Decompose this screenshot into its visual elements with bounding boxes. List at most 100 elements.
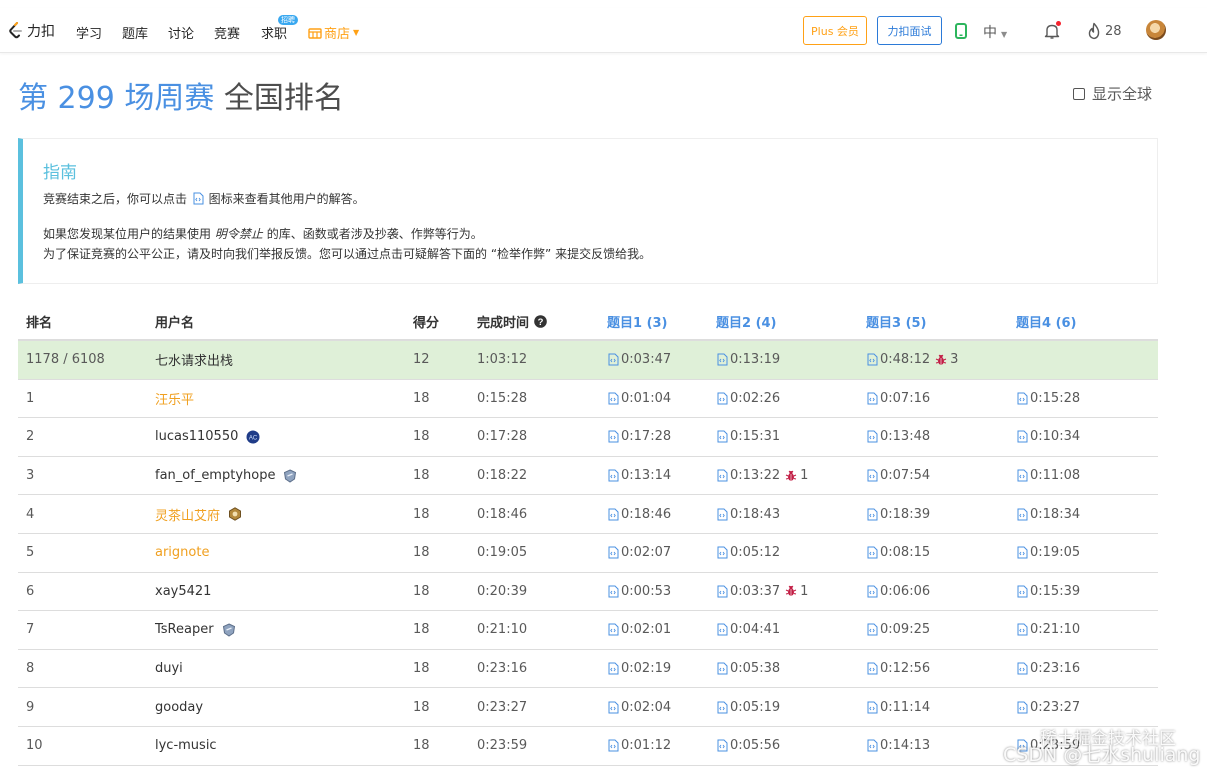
solution-link[interactable]: 0:05:12 — [716, 545, 780, 560]
medal-icon: AC — [246, 430, 260, 444]
solution-link[interactable]: 0:02:19 — [607, 661, 671, 676]
nav-jobs[interactable]: 求职 — [261, 23, 287, 42]
solution-link[interactable]: 0:11:08 — [1016, 468, 1080, 483]
solution-link[interactable]: 0:18:43 — [716, 507, 780, 522]
nav-problems[interactable]: 题库 — [122, 23, 148, 42]
brand-link[interactable]: 力扣 — [8, 21, 55, 41]
header-question-1[interactable]: 题目1 (3) — [607, 303, 668, 339]
solution-link[interactable]: 0:09:25 — [866, 622, 930, 637]
solution-link[interactable]: 0:02:07 — [607, 545, 671, 560]
solution-link[interactable]: 0:05:38 — [716, 661, 780, 676]
plus-membership-button[interactable]: Plus 会员 — [803, 16, 867, 45]
username-link[interactable]: gooday — [155, 700, 203, 715]
nav-shop[interactable]: 商店 ▼ — [308, 23, 359, 42]
solution-link[interactable]: 0:11:14 — [866, 700, 930, 715]
username-cell[interactable]: 七水请求出栈 — [155, 341, 233, 379]
fire-icon[interactable] — [1086, 22, 1102, 40]
header-rank: 排名 — [26, 315, 53, 331]
chevron-down-icon: ▼ — [1001, 30, 1008, 39]
top-navbar: 力扣 学习 题库 讨论 竞赛 求职 招聘 商店 ▼ Plus 会员 力扣面试 中… — [0, 8, 1207, 53]
solution-link[interactable]: 0:02:01 — [607, 622, 671, 637]
q1-cell: 0:02:01 — [607, 611, 671, 649]
mock-interview-button[interactable]: 力扣面试 — [877, 16, 942, 45]
q1-time: 0:03:47 — [621, 352, 672, 368]
rank-cell: 1 — [26, 390, 35, 406]
streak-count[interactable]: 28 — [1105, 24, 1122, 39]
header-question-4[interactable]: 题目4 (6) — [1016, 303, 1077, 339]
solution-link[interactable]: 0:08:15 — [866, 545, 930, 560]
header-question-2[interactable]: 题目2 (4) — [716, 303, 777, 339]
solution-link[interactable]: 0:13:48 — [866, 429, 930, 444]
rank-cell: 7 — [26, 622, 35, 638]
table-row: 1 汪乐平 18 0:15:28 0:01:04 0:02:26 0:07:16… — [18, 380, 1158, 419]
language-switcher[interactable]: 中 ▼ — [983, 22, 1007, 42]
avatar[interactable] — [1146, 20, 1166, 40]
solution-link[interactable]: 0:02:04 — [607, 700, 671, 715]
solution-link[interactable]: 0:18:46 — [607, 507, 671, 522]
code-doc-icon — [717, 508, 728, 521]
ranking-label: 全国排名 — [223, 81, 344, 116]
solution-link[interactable]: 0:07:54 — [866, 468, 930, 483]
q3-cell: 0:13:48 — [866, 418, 930, 456]
username-link[interactable]: lyc-music — [155, 738, 217, 753]
phone-icon[interactable] — [955, 23, 967, 39]
rank-cell: 2 — [26, 429, 35, 445]
help-circle-icon[interactable]: ? — [534, 314, 547, 328]
username-link[interactable]: TsReaper — [155, 622, 214, 637]
solution-link[interactable]: 0:18:34 — [1016, 507, 1080, 522]
solution-link[interactable]: 0:14:13 — [866, 738, 930, 753]
nav-learn[interactable]: 学习 — [76, 23, 102, 42]
q2-time: 0:13:19 — [730, 352, 781, 368]
show-global-checkbox[interactable]: 显示全球 — [1073, 83, 1152, 104]
solution-link[interactable]: 0:15:28 — [1016, 391, 1080, 406]
solution-link[interactable]: 0:19:05 — [1016, 545, 1080, 560]
username-cell: TsReaper — [155, 611, 236, 649]
solution-link[interactable]: 0:48:12 — [866, 352, 930, 367]
solution-link[interactable]: 0:04:41 — [716, 622, 780, 637]
header-question-3[interactable]: 题目3 (5) — [866, 303, 927, 339]
contest-name[interactable]: 第 299 场周赛 — [18, 81, 214, 116]
solution-link[interactable]: 0:13:22 — [716, 468, 780, 483]
solution-link[interactable]: 0:15:39 — [1016, 584, 1080, 599]
solution-link[interactable]: 0:02:26 — [716, 391, 780, 406]
solution-link[interactable]: 0:18:39 — [866, 507, 930, 522]
username-link[interactable]: xay5421 — [155, 584, 211, 599]
code-doc-icon — [1017, 430, 1028, 443]
solution-link[interactable]: 0:15:31 — [716, 429, 780, 444]
username-link[interactable]: duyi — [155, 661, 183, 676]
solution-link[interactable]: 0:03:47 — [607, 352, 671, 367]
solution-link[interactable]: 0:21:10 — [1016, 622, 1080, 637]
solution-link[interactable]: 0:05:19 — [716, 700, 780, 715]
username-link[interactable]: 灵茶山艾府 — [155, 505, 220, 524]
username-link[interactable]: arignote — [155, 545, 209, 560]
header-user: 用户名 — [155, 315, 195, 331]
username-link[interactable]: fan_of_emptyhope — [155, 468, 275, 483]
solution-link[interactable]: 0:06:06 — [866, 584, 930, 599]
username-link[interactable]: 汪乐平 — [155, 389, 194, 408]
q3-time: 0:09:25 — [880, 622, 931, 638]
solution-link[interactable]: 0:05:56 — [716, 738, 780, 753]
solution-link[interactable]: 0:17:28 — [607, 429, 671, 444]
solution-link[interactable]: 0:01:12 — [607, 738, 671, 753]
table-row: 8 duyi 18 0:23:16 0:02:19 0:05:38 0:12:5… — [18, 650, 1158, 689]
nav-discuss[interactable]: 讨论 — [168, 23, 194, 42]
finish-time-cell: 0:17:28 — [477, 429, 528, 445]
username-cell: lyc-music — [155, 727, 217, 765]
solution-link[interactable]: 0:01:04 — [607, 391, 671, 406]
nav-contest[interactable]: 竞赛 — [214, 23, 240, 42]
solution-link[interactable]: 0:13:19 — [716, 352, 780, 367]
solution-link[interactable]: 0:03:37 — [716, 584, 780, 599]
solution-link[interactable]: 0:00:53 — [607, 584, 671, 599]
solution-link[interactable]: 0:12:56 — [866, 661, 930, 676]
solution-link[interactable]: 0:07:16 — [866, 391, 930, 406]
solution-link[interactable]: 0:13:14 — [607, 468, 671, 483]
rank-cell: 3 — [26, 468, 35, 484]
solution-link[interactable]: 0:23:16 — [1016, 661, 1080, 676]
checkbox-box[interactable] — [1073, 87, 1085, 100]
solution-link[interactable]: 0:10:34 — [1016, 429, 1080, 444]
username-link[interactable]: lucas110550 — [155, 429, 238, 444]
solution-link[interactable]: 0:23:27 — [1016, 700, 1080, 715]
rank-cell: 4 — [26, 506, 35, 522]
ranking-table: 排名 用户名 得分 完成时间 ? 题目1 (3) 题目2 (4) 题目3 (5)… — [18, 303, 1158, 766]
finish-time-cell: 0:23:16 — [477, 661, 528, 677]
